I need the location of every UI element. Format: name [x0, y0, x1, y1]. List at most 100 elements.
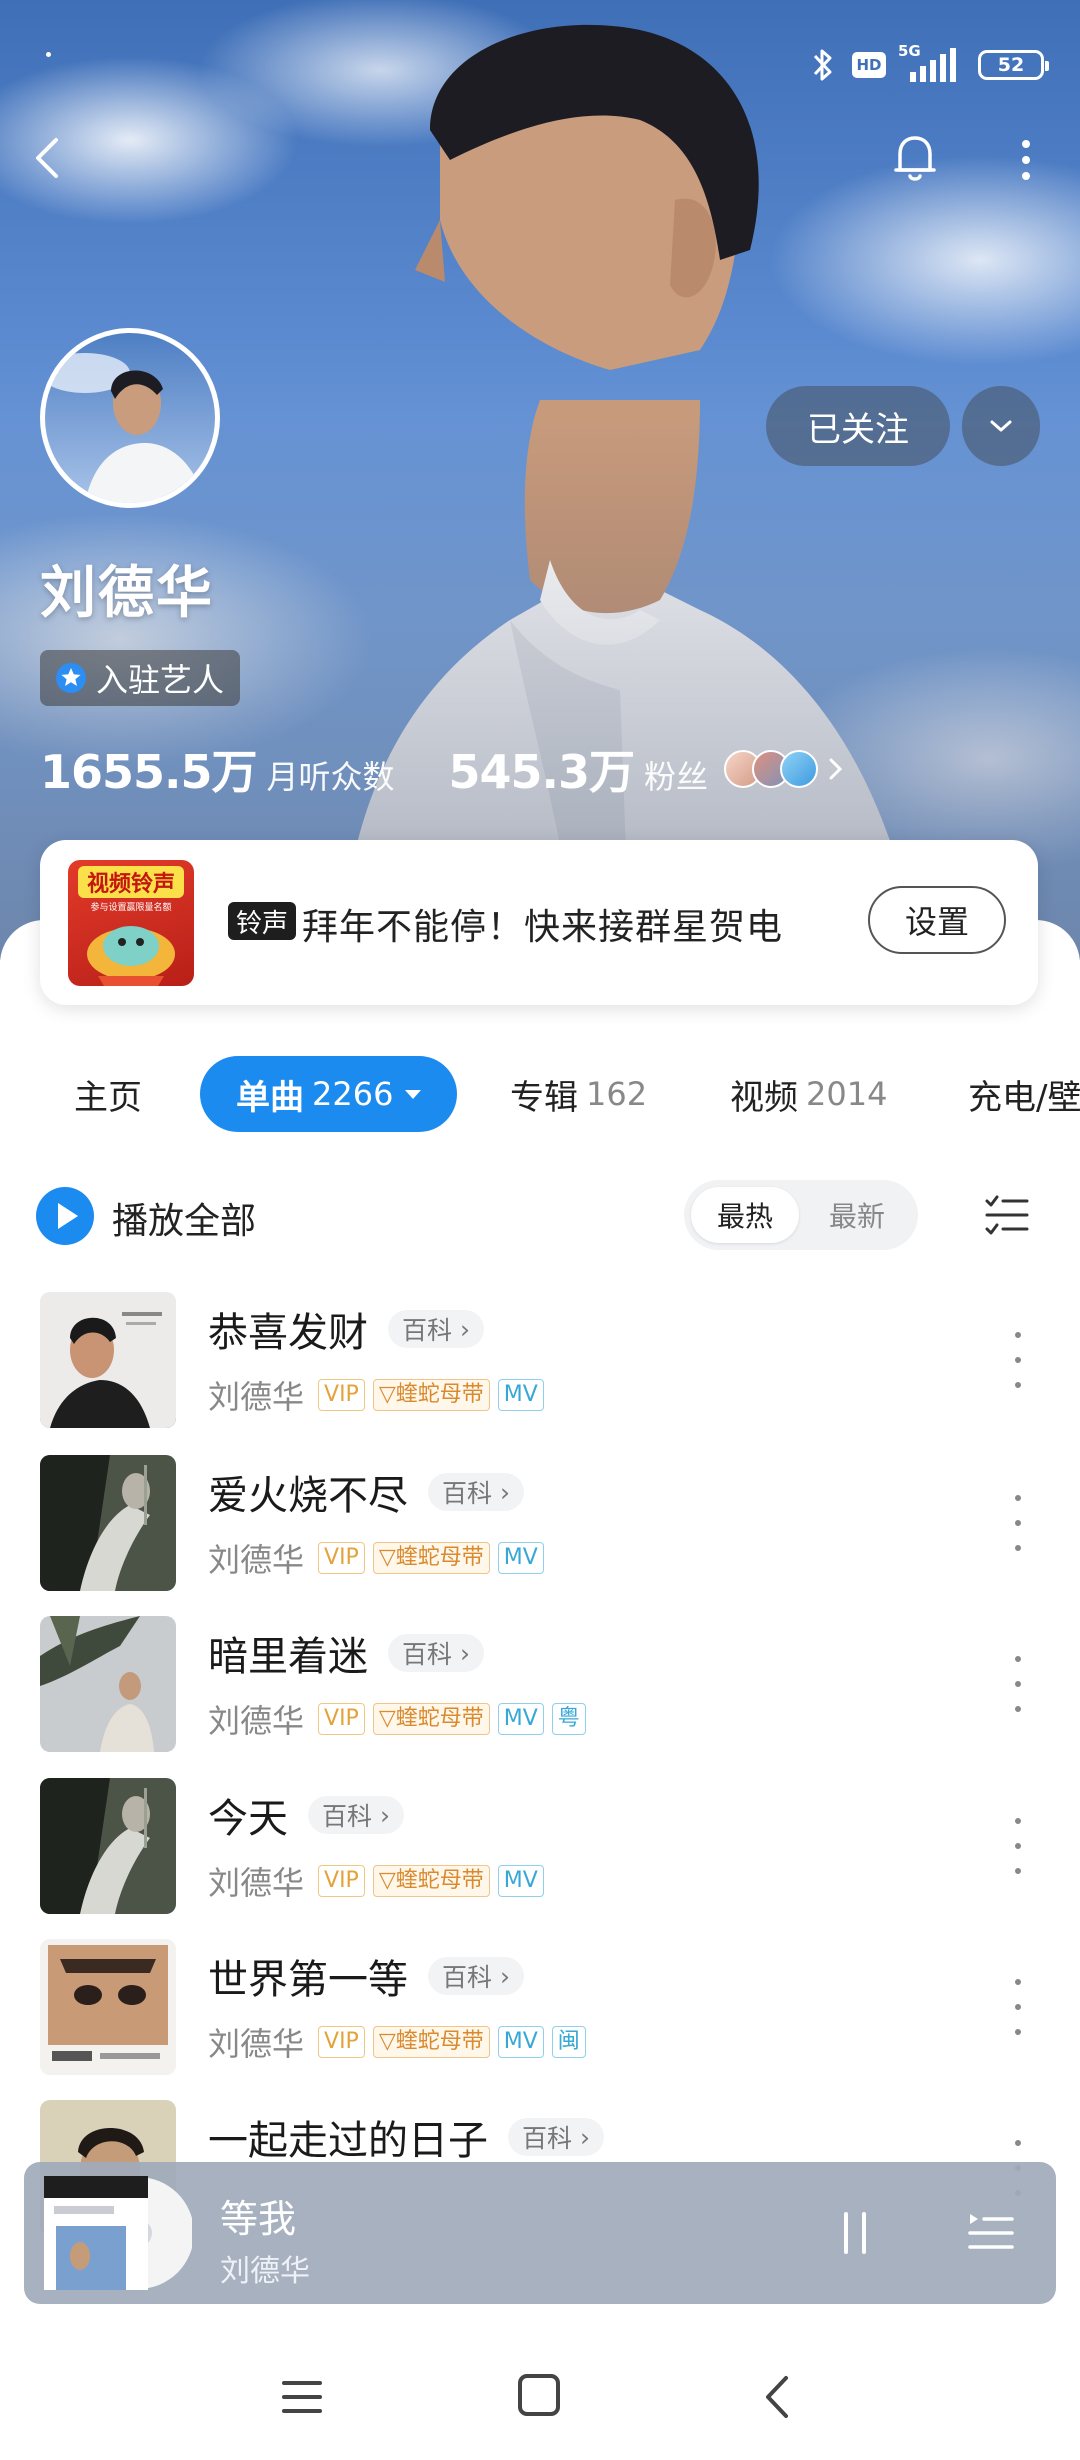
song-more-icon[interactable] [1006, 1979, 1030, 2035]
language-tag: 闽 [551, 2026, 586, 2058]
back-icon[interactable] [22, 128, 72, 188]
sort-new-option[interactable]: 最新 [803, 1187, 911, 1243]
song-more-icon[interactable] [1006, 1495, 1030, 1551]
song-row[interactable]: 爱火烧不尽 百科 › 刘德华 VIP ▽ 蝰蛇母带 MV [0, 1455, 1080, 1595]
chevron-right-icon[interactable] [826, 752, 846, 786]
tab-albums[interactable]: 专辑 162 [510, 1056, 647, 1132]
tab-count: 162 [586, 1075, 648, 1113]
master-tape-label: 蝰蛇母带 [395, 2029, 484, 2054]
tab-label: 主页 [74, 1077, 142, 1118]
fan-avatars[interactable] [724, 750, 819, 788]
vip-tag: VIP [318, 1379, 365, 1411]
tab-label: 单曲 [236, 1077, 304, 1118]
master-tape-label: 蝰蛇母带 [395, 1545, 484, 1570]
master-tape-tag: ▽ 蝰蛇母带 [372, 1703, 490, 1735]
cover-art [40, 1778, 176, 1914]
mv-tag[interactable]: MV [497, 1703, 544, 1735]
tab-label: 充电/壁 [968, 1077, 1080, 1118]
avatar-image [45, 353, 205, 503]
wiki-label: 百科 [522, 2124, 573, 2153]
artist-avatar[interactable] [40, 328, 220, 508]
star-badge-icon [56, 663, 86, 693]
fan-avatar [780, 750, 819, 788]
mv-tag[interactable]: MV [497, 1542, 544, 1574]
artist-page: HD 5G 52 刘德华 入驻艺人 1655.5万 月听众数 545.3万 粉丝… [0, 0, 1080, 2460]
song-title-text: 今天 [208, 1796, 288, 1842]
song-title: 暗里着迷 百科 › [208, 1624, 484, 1682]
song-meta: 刘德华 VIP ▽ 蝰蛇母带 MV [208, 1372, 544, 1418]
monthly-listeners-value: 1655.5万 [40, 745, 258, 799]
wiki-chip[interactable]: 百科 › [388, 1310, 484, 1348]
wiki-chip[interactable]: 百科 › [308, 1796, 404, 1834]
song-row[interactable]: 恭喜发财 百科 › 刘德华 VIP ▽ 蝰蛇母带 MV [0, 1292, 1080, 1432]
now-playing-artist: 刘德华 [220, 2254, 310, 2289]
set-ringtone-button[interactable]: 设置 [868, 886, 1006, 954]
mv-tag[interactable]: MV [497, 1865, 544, 1897]
singer-name: 刘德华 [208, 2025, 305, 2063]
album-cover [40, 1939, 176, 2075]
language-tag: 粤 [551, 1703, 586, 1735]
system-back-icon[interactable] [758, 2372, 798, 2422]
follow-dropdown-button[interactable] [962, 386, 1040, 466]
follow-button[interactable]: 已关注 [766, 386, 950, 466]
ringtone-tag: 铃声 [228, 902, 297, 940]
mv-tag[interactable]: MV [497, 1379, 544, 1411]
signal-icon: 5G [898, 42, 964, 84]
master-tape-tag: ▽ 蝰蛇母带 [372, 2026, 490, 2058]
song-more-icon[interactable] [1006, 1656, 1030, 1712]
song-meta: 刘德华 VIP ▽ 蝰蛇母带 MV [208, 1858, 544, 1904]
sort-hot-option[interactable]: 最热 [691, 1187, 799, 1243]
wiki-chip[interactable]: 百科 › [508, 2118, 604, 2156]
master-tape-tag: ▽ 蝰蛇母带 [372, 1865, 490, 1897]
chevron-down-icon [990, 420, 1012, 432]
song-meta: 刘德华 VIP ▽ 蝰蛇母带 MV 闽 [208, 2019, 586, 2065]
album-cover [40, 1455, 176, 1591]
song-row[interactable]: 暗里着迷 百科 › 刘德华 VIP ▽ 蝰蛇母带 MV 粤 [0, 1616, 1080, 1756]
home-icon[interactable] [518, 2374, 560, 2416]
tab-home[interactable]: 主页 [74, 1056, 142, 1132]
fans-label[interactable]: 粉丝 [644, 752, 708, 798]
wiki-label: 百科 [402, 1316, 453, 1345]
singer-name: 刘德华 [208, 1864, 305, 1902]
song-row[interactable]: 今天 百科 › 刘德华 VIP ▽ 蝰蛇母带 MV [0, 1778, 1080, 1918]
song-more-icon[interactable] [1006, 1818, 1030, 1874]
bell-icon[interactable] [890, 130, 940, 186]
master-tape-label: 蝰蛇母带 [395, 1868, 484, 1893]
tab-count: 2014 [806, 1075, 888, 1113]
master-tape-tag: ▽ 蝰蛇母带 [372, 1379, 490, 1411]
tab-charging-wallpaper[interactable]: 充电/壁 [968, 1056, 1080, 1132]
network-label: 5G [898, 42, 921, 60]
more-options-icon[interactable] [1004, 130, 1048, 190]
song-title-text: 暗里着迷 [208, 1634, 368, 1680]
song-title-text: 恭喜发财 [208, 1310, 368, 1356]
song-title-text: 世界第一等 [208, 1957, 408, 2003]
ringtone-promo-card[interactable]: 视频铃声 参与设置赢限量名额 铃声 拜年不能停！快来接群星贺电 设置 [40, 840, 1038, 1005]
wiki-chip[interactable]: 百科 › [428, 1957, 524, 1995]
wiki-chip[interactable]: 百科 › [428, 1473, 524, 1511]
vip-tag: VIP [318, 1542, 365, 1574]
song-row[interactable]: 世界第一等 百科 › 刘德华 VIP ▽ 蝰蛇母带 MV 闽 [0, 1939, 1080, 2079]
cover-art [40, 1616, 176, 1752]
song-title: 世界第一等 百科 › [208, 1947, 524, 2005]
caret-down-icon [405, 1089, 422, 1099]
fans-value[interactable]: 545.3万 [449, 736, 636, 802]
verified-artist-badge[interactable]: 入驻艺人 [40, 650, 241, 706]
song-title: 恭喜发财 百科 › [208, 1300, 484, 1358]
tab-videos[interactable]: 视频 2014 [730, 1056, 887, 1132]
dragon-illustration [87, 926, 175, 986]
wiki-chip[interactable]: 百科 › [388, 1634, 484, 1672]
tab-singles[interactable]: 单曲 2266 [200, 1056, 458, 1132]
vip-tag: VIP [318, 1703, 365, 1735]
master-tape-label: 蝰蛇母带 [395, 1382, 484, 1407]
mv-tag[interactable]: MV [497, 2026, 544, 2058]
multi-select-list-icon[interactable] [984, 1192, 1030, 1238]
recent-apps-icon[interactable] [280, 2375, 324, 2419]
artist-name: 刘德华 [40, 561, 214, 626]
pause-icon[interactable] [830, 2208, 880, 2258]
mini-player[interactable]: 等我 刘德华 [24, 2162, 1056, 2304]
song-more-icon[interactable] [1006, 1332, 1030, 1388]
play-all-icon[interactable] [36, 1187, 94, 1245]
tab-label: 视频 [730, 1077, 798, 1118]
playlist-queue-icon[interactable] [966, 2210, 1016, 2256]
play-all-label[interactable]: 播放全部 [112, 1192, 256, 1244]
